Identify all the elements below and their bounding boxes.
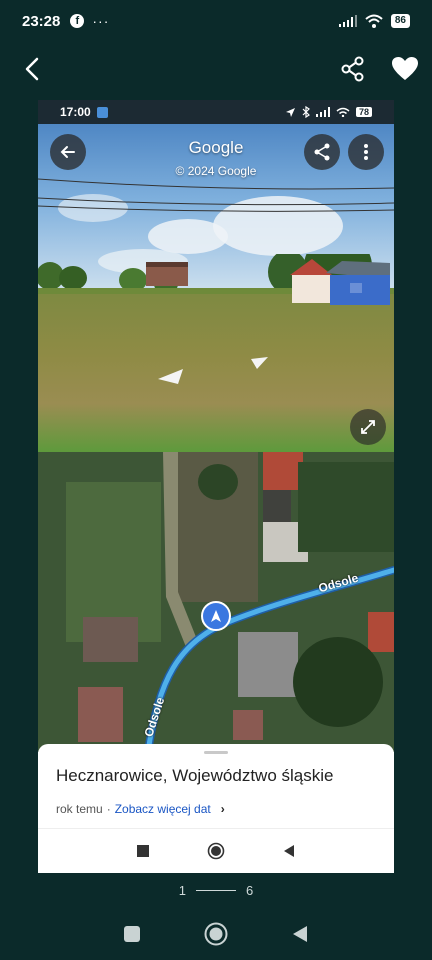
inner-status-time: 17:00 (60, 105, 91, 119)
more-vertical-icon (364, 144, 368, 160)
home-button[interactable] (204, 922, 228, 946)
back-button[interactable] (288, 922, 312, 946)
favorite-heart-icon[interactable] (390, 54, 420, 84)
status-time: 23:28 (22, 12, 61, 30)
facebook-icon: f (70, 14, 85, 28)
recents-icon[interactable] (137, 845, 149, 857)
sheet-handle[interactable] (204, 751, 228, 754)
satellite-map[interactable]: Odsole Odsole (38, 452, 394, 752)
home-icon (204, 922, 228, 946)
signal-icon (338, 15, 357, 27)
battery-icon: 86 (390, 14, 410, 28)
inner-status-bar: 17:00 78 (38, 100, 394, 124)
top-app-bar (0, 46, 432, 92)
street-view-more-button[interactable] (348, 134, 384, 170)
inner-signal-icon (315, 107, 330, 117)
share-icon[interactable] (338, 54, 368, 84)
navigation-arrow-icon (285, 107, 295, 117)
pager-line (196, 889, 236, 891)
copyright-text: © 2024 Google (175, 164, 257, 178)
back-triangle-icon[interactable] (283, 844, 295, 858)
home-icon[interactable] (207, 842, 225, 860)
current-location-marker[interactable] (201, 601, 231, 631)
navigation-arrow-icon (211, 610, 221, 622)
wifi-icon (365, 14, 383, 28)
pager-total: 6 (246, 882, 254, 898)
fullscreen-button[interactable] (350, 409, 386, 445)
image-pager: 1 6 (0, 880, 432, 900)
more-dates-link[interactable]: Zobacz więcej dat (115, 802, 211, 816)
recents-icon (124, 926, 140, 942)
place-name: Hecznarowice, Województwo śląskie (56, 766, 334, 785)
back-triangle-icon (293, 926, 307, 942)
google-title: Google (188, 138, 244, 157)
notification-badge-icon (96, 106, 108, 118)
status-right: 86 (338, 14, 410, 28)
expand-icon (361, 420, 375, 434)
system-nav-bar (0, 912, 432, 956)
street-view-share-button[interactable] (304, 134, 340, 170)
street-view-image[interactable]: Google © 2024 Google (38, 124, 394, 452)
bluetooth-icon (302, 106, 310, 118)
date-row: rok temu · Zobacz więcej dat › (56, 802, 225, 816)
status-bar: 23:28 f ··· 86 (0, 0, 432, 42)
more-notifications-icon: ··· (92, 13, 110, 29)
share-icon (314, 143, 330, 161)
inner-battery-icon: 78 (355, 107, 372, 117)
pager-current: 1 (178, 882, 186, 898)
blue-house (290, 259, 390, 305)
recents-button[interactable] (120, 922, 144, 946)
back-icon[interactable] (18, 54, 48, 84)
place-info-sheet[interactable]: Hecznarowice, Województwo śląskie rok te… (38, 744, 394, 873)
inner-nav-bar (38, 828, 394, 873)
inner-wifi-icon (336, 107, 350, 117)
capture-date: rok temu (56, 802, 103, 816)
street-view-nav-arrows[interactable] (153, 349, 283, 389)
screenshot-preview[interactable]: 17:00 78 Google © 2024 Google Odsole Ods… (38, 100, 394, 873)
chevron-right-icon[interactable]: › (221, 802, 225, 816)
inner-status-right: 78 (285, 106, 372, 118)
separator: · (106, 802, 111, 816)
